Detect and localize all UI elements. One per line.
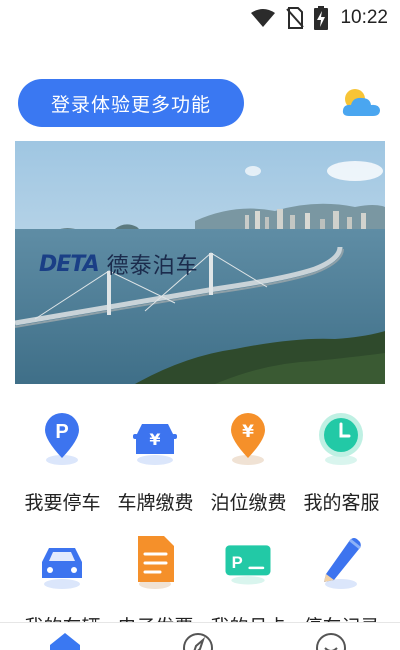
grid-item-park[interactable]: P 我要停车 <box>16 410 109 520</box>
car-yen-icon: ¥ <box>133 424 177 465</box>
wifi-icon <box>251 9 276 27</box>
grid-label: 我要停车 <box>24 493 101 514</box>
compass-icon[interactable] <box>181 631 215 650</box>
status-bar: 10:22 <box>0 0 400 36</box>
clock-icon <box>319 413 363 465</box>
promo-banner[interactable]: DETA 德泰泊车 <box>15 141 385 384</box>
yen-pin-icon: ¥ <box>231 413 265 465</box>
profile-icon[interactable] <box>314 631 348 650</box>
svg-text:¥: ¥ <box>242 422 254 442</box>
svg-text:P: P <box>55 421 68 443</box>
logo-text: DETA <box>39 251 100 277</box>
parking-pin-icon: P <box>45 413 79 465</box>
grid-item-berth-pay[interactable]: ¥ 泊位缴费 <box>202 410 295 520</box>
grid-label: 泊位缴费 <box>210 493 287 514</box>
status-time: 10:22 <box>340 7 388 28</box>
pencil-icon <box>324 538 361 589</box>
invoice-icon <box>138 536 174 589</box>
no-sim-icon <box>286 7 305 29</box>
svg-text:¥: ¥ <box>149 430 160 449</box>
grid-label: 我的客服 <box>303 493 380 514</box>
battery-charging-icon <box>314 6 329 30</box>
partly-cloudy-icon[interactable] <box>340 86 382 118</box>
grid-item-service[interactable]: 我的客服 <box>295 410 388 520</box>
bottom-nav <box>0 622 400 650</box>
grid-item-plate-pay[interactable]: ¥ 车牌缴费 <box>109 410 202 520</box>
svg-text:P: P <box>232 553 243 572</box>
login-button[interactable]: 登录体验更多功能 <box>18 79 244 127</box>
brand-name: 德泰泊车 <box>106 253 199 278</box>
parking-card-icon: P <box>225 545 271 585</box>
brand-logo: DETA 德泰泊车 <box>39 248 199 280</box>
home-icon[interactable] <box>48 631 82 650</box>
grid-label: 车牌缴费 <box>117 493 194 514</box>
car-icon <box>42 548 82 589</box>
